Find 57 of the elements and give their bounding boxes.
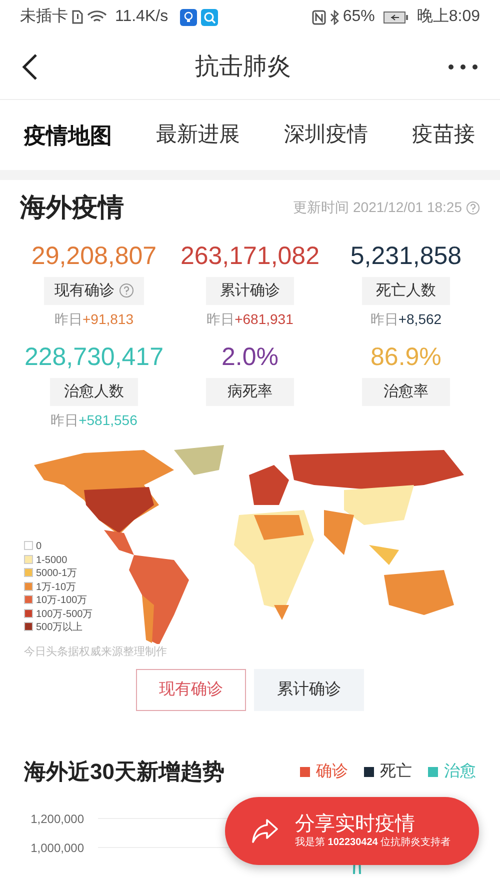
map-mode-button[interactable]: 累计确诊 xyxy=(254,669,364,711)
map-source-text: 今日头条据权威来源整理制作 xyxy=(24,644,167,660)
stat-label: 治愈人数 xyxy=(50,378,138,406)
legend-label: 1万-10万 xyxy=(36,582,76,592)
page-title: 抗击肺炎 xyxy=(195,52,291,82)
stat-label: 治愈率 xyxy=(362,378,450,406)
search-icon xyxy=(201,8,218,26)
share-arrow-icon xyxy=(251,818,279,844)
legend-label: 1-5000 xyxy=(36,554,68,566)
section-title: 海外近30天新增趋势 xyxy=(24,758,224,786)
more-icon[interactable] xyxy=(448,64,478,70)
stat-value: 263,171,082 xyxy=(179,243,320,270)
legend-label: 确诊 xyxy=(316,762,348,782)
legend-label: 治愈 xyxy=(444,762,476,782)
stat-value: 5,231,858 xyxy=(349,243,463,270)
wifi-icon xyxy=(87,10,107,24)
lightbulb-icon xyxy=(180,8,198,26)
legend-label: 500万以上 xyxy=(36,622,83,633)
tab[interactable]: 疫情地图 xyxy=(24,118,112,152)
stat-label: 累计确诊 xyxy=(206,276,294,305)
section-title: 海外疫情 xyxy=(20,191,124,224)
stat-value: 29,208,807 xyxy=(30,243,158,270)
legend-label: 5000-1万 xyxy=(36,568,78,579)
clock-text: 晚上8:09 xyxy=(416,6,480,27)
stat-value: 86.9% xyxy=(370,344,442,372)
share-title: 分享实时疫情 xyxy=(295,812,416,834)
share-button[interactable]: 分享实时疫情 我是第 102230424 位抗肺炎支持者 xyxy=(225,797,479,865)
stat-label: 死亡人数 xyxy=(362,276,450,305)
y-axis-label: 1,200,000 xyxy=(30,810,85,828)
update-time-text: 更新时间 2021/12/01 18:25 xyxy=(293,198,462,217)
tab[interactable]: 深圳疫情 xyxy=(284,119,368,151)
stat-value: 2.0% xyxy=(220,344,280,372)
yesterday-change-text: 昨日+681,931 xyxy=(206,310,294,329)
carrier-text: 未插卡 xyxy=(20,6,68,27)
y-axis-label: 1,000,000 xyxy=(30,840,85,856)
stat-label-text: 现有确诊 xyxy=(54,282,114,298)
battery-icon xyxy=(382,10,409,24)
help-icon[interactable] xyxy=(118,283,134,298)
stat-value: 228,730,417 xyxy=(23,344,164,372)
back-icon[interactable] xyxy=(22,52,38,80)
yesterday-change-text: 昨日+91,813 xyxy=(53,310,134,329)
tab[interactable]: 最新进展 xyxy=(156,119,240,151)
sim-icon xyxy=(72,10,83,24)
supporter-count-text: 我是第 102230424 位抗肺炎支持者 xyxy=(295,836,451,850)
map-mode-button[interactable]: 现有确诊 xyxy=(136,669,246,711)
legend-label: 死亡 xyxy=(380,762,412,782)
network-speed-text: 11.4K/s xyxy=(115,7,168,27)
legend-label: 10万-100万 xyxy=(36,595,88,606)
battery-percent-text: 65% xyxy=(342,7,375,27)
legend-label: 100万-500万 xyxy=(36,608,93,620)
stat-label: 病死率 xyxy=(206,378,294,406)
yesterday-change-text: 昨日+581,556 xyxy=(50,411,138,430)
legend-label: 0 xyxy=(36,541,42,552)
yesterday-change-text: 昨日+8,562 xyxy=(369,310,443,329)
nfc-icon xyxy=(312,10,326,24)
bluetooth-icon xyxy=(330,10,339,24)
tab[interactable]: 疫苗接 xyxy=(412,119,475,151)
